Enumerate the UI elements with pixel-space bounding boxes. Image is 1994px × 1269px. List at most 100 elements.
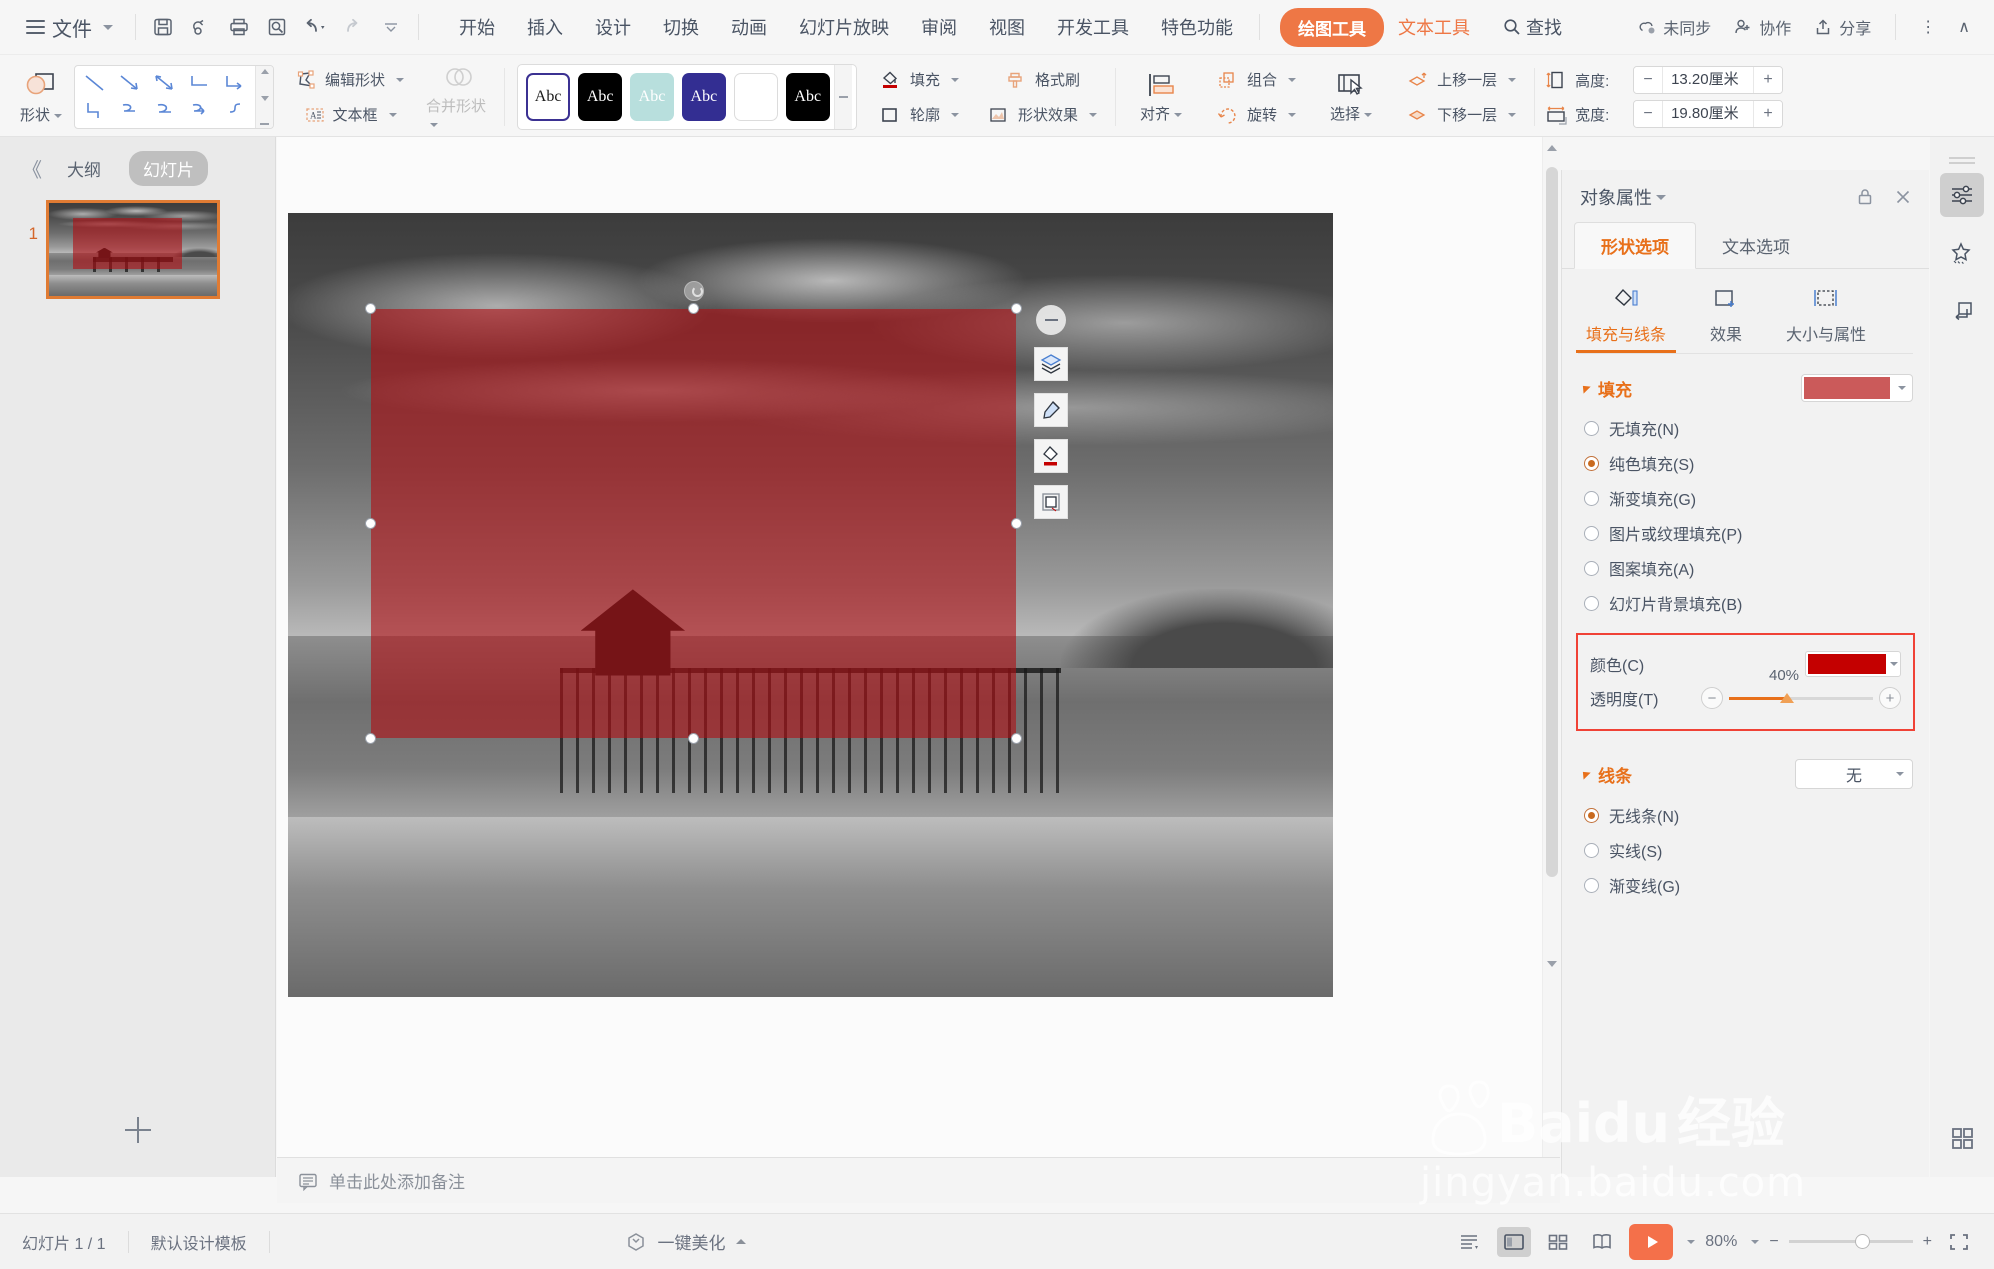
print-icon[interactable] bbox=[222, 10, 256, 44]
chevron-down-icon[interactable] bbox=[1751, 1239, 1760, 1244]
shape-style-3[interactable]: Abc bbox=[681, 73, 726, 121]
zoom-slider[interactable] bbox=[1788, 1234, 1913, 1249]
handle-bottom-center[interactable] bbox=[687, 733, 699, 744]
width-decrement-button[interactable]: − bbox=[1634, 101, 1663, 127]
shape-button[interactable]: 形状 bbox=[8, 59, 74, 135]
lock-icon[interactable] bbox=[1855, 187, 1875, 207]
reading-layout-icon[interactable] bbox=[1453, 1227, 1487, 1257]
share-button[interactable]: 分享 bbox=[1805, 9, 1879, 45]
tab-slideshow[interactable]: 幻灯片放映 bbox=[783, 8, 905, 46]
width-increment-button[interactable]: + bbox=[1754, 101, 1783, 127]
line-section-header[interactable]: 线条 无 bbox=[1562, 731, 1929, 789]
outline-button[interactable]: 轮廓 bbox=[871, 100, 967, 129]
handle-middle-right[interactable] bbox=[1011, 517, 1022, 529]
subtab-fill-and-line[interactable]: 填充与线条 bbox=[1576, 283, 1677, 353]
height-value[interactable]: 13.20厘米 bbox=[1662, 67, 1755, 93]
print-preview-icon[interactable] bbox=[260, 10, 294, 44]
shape-curve-1[interactable] bbox=[112, 97, 147, 125]
rotate-button[interactable]: 旋转 bbox=[1208, 100, 1304, 129]
select-button[interactable]: 选择 bbox=[1318, 59, 1384, 135]
normal-view-icon[interactable] bbox=[1497, 1226, 1532, 1257]
duplicate-slide-icon[interactable] bbox=[1940, 289, 1984, 333]
radio-solid-line[interactable]: 实线(S) bbox=[1584, 838, 1929, 862]
handle-bottom-right[interactable] bbox=[1011, 733, 1022, 744]
sync-status-button[interactable]: 未同步 bbox=[1629, 9, 1719, 45]
tab-shape-options[interactable]: 形状选项 bbox=[1574, 222, 1696, 269]
fill-button[interactable]: 填充 bbox=[871, 65, 967, 94]
save-icon[interactable] bbox=[146, 10, 180, 44]
beautify-button[interactable]: 一键美化 bbox=[624, 1229, 746, 1254]
radio-pattern-fill[interactable]: 图案填充(A) bbox=[1584, 556, 1929, 580]
notes-pane[interactable]: 单击此处添加备注 bbox=[277, 1157, 1560, 1203]
fill-section-header[interactable]: 填充 bbox=[1562, 354, 1929, 402]
shape-elbow-arrow[interactable] bbox=[218, 69, 253, 97]
handle-top-left[interactable] bbox=[365, 303, 376, 314]
more-options-button[interactable]: ⋮ bbox=[1912, 11, 1944, 43]
gallery-more-icon[interactable] bbox=[260, 123, 269, 125]
shape-line[interactable] bbox=[77, 69, 112, 97]
scroll-up-icon[interactable] bbox=[1547, 145, 1557, 151]
transparency-slider[interactable]: 40% − + bbox=[1701, 667, 1901, 709]
tab-special-features[interactable]: 特色功能 bbox=[1145, 8, 1249, 46]
scrollbar-thumb[interactable] bbox=[1546, 167, 1558, 877]
tab-text-tools[interactable]: 文本工具 bbox=[1384, 8, 1484, 46]
tab-design[interactable]: 设计 bbox=[579, 8, 647, 46]
tab-transitions[interactable]: 切换 bbox=[647, 8, 715, 46]
add-slide-button[interactable] bbox=[0, 1117, 276, 1143]
shape-s-curve[interactable] bbox=[218, 97, 253, 125]
rotate-handle[interactable] bbox=[683, 281, 704, 301]
shape-style-1[interactable]: Abc bbox=[578, 73, 623, 121]
customize-qat-icon[interactable] bbox=[374, 10, 408, 44]
find-button[interactable]: 查找 bbox=[1502, 14, 1562, 40]
fill-preview-color-button[interactable] bbox=[1801, 374, 1913, 402]
zoom-in-button[interactable]: + bbox=[1923, 1233, 1932, 1251]
object-properties-icon[interactable] bbox=[1940, 173, 1984, 217]
grid-apps-button[interactable] bbox=[1930, 1125, 1994, 1151]
ribbon-dialog-launcher[interactable] bbox=[1555, 113, 1569, 132]
collapse-toolbar-button[interactable] bbox=[1036, 305, 1066, 335]
handle-top-right[interactable] bbox=[1011, 303, 1022, 314]
collaborate-button[interactable]: 协作 bbox=[1725, 9, 1799, 45]
shape-double-arrow[interactable] bbox=[147, 69, 182, 97]
height-decrement-button[interactable]: − bbox=[1634, 67, 1663, 93]
file-menu-button[interactable]: 文件 bbox=[0, 0, 125, 55]
tab-view[interactable]: 视图 bbox=[973, 8, 1041, 46]
radio-gradient-line[interactable]: 渐变线(G) bbox=[1584, 873, 1929, 897]
handle-top-center[interactable] bbox=[687, 303, 699, 314]
shape-curve-3[interactable] bbox=[183, 97, 218, 125]
transparency-increase-button[interactable]: + bbox=[1879, 687, 1901, 709]
transparency-decrease-button[interactable]: − bbox=[1701, 687, 1723, 709]
shape-curve-2[interactable] bbox=[147, 97, 182, 125]
tab-developer[interactable]: 开发工具 bbox=[1041, 8, 1145, 46]
transparency-track[interactable] bbox=[1729, 692, 1873, 703]
fill-color-picker-button[interactable] bbox=[1805, 651, 1901, 677]
tab-home[interactable]: 开始 bbox=[443, 8, 511, 46]
text-box-button[interactable]: A 文本框 bbox=[296, 100, 405, 129]
close-icon[interactable] bbox=[1893, 187, 1913, 207]
brush-icon[interactable] bbox=[1034, 393, 1068, 427]
subtab-effects[interactable]: 效果 bbox=[1700, 283, 1752, 353]
tab-drawing-tools[interactable]: 绘图工具 bbox=[1280, 7, 1384, 47]
cloud-sync-icon[interactable] bbox=[184, 10, 218, 44]
line-style-dropdown[interactable]: 无 bbox=[1795, 759, 1913, 789]
crop-frame-icon[interactable] bbox=[1034, 485, 1068, 519]
template-label[interactable]: 默认设计模板 bbox=[129, 1230, 269, 1254]
wps-play-icon[interactable] bbox=[1629, 1223, 1674, 1260]
format-painter-button[interactable]: 格式刷 bbox=[996, 65, 1088, 94]
handle-bottom-left[interactable] bbox=[365, 733, 376, 744]
subtab-size-and-properties[interactable]: 大小与属性 bbox=[1776, 283, 1876, 353]
collapse-pane-icon[interactable]: 《 bbox=[22, 154, 42, 183]
shape-style-more-button[interactable] bbox=[833, 65, 853, 129]
tab-outline[interactable]: 大纲 bbox=[53, 151, 115, 186]
slide-editing-surface[interactable] bbox=[288, 213, 1333, 997]
shape-style-gallery[interactable]: Abc Abc Abc Abc Abc bbox=[517, 64, 858, 130]
collapse-ribbon-button[interactable]: ∧ bbox=[1950, 11, 1978, 43]
shape-gallery-scrollbar[interactable] bbox=[255, 66, 273, 128]
radio-gradient-fill[interactable]: 渐变填充(G) bbox=[1584, 486, 1929, 510]
undo-icon[interactable] bbox=[298, 10, 332, 44]
rail-grip-icon[interactable] bbox=[1949, 157, 1975, 159]
tab-insert[interactable]: 插入 bbox=[511, 8, 579, 46]
zoom-level-label[interactable]: 80% bbox=[1705, 1233, 1737, 1251]
canvas-vertical-scrollbar[interactable] bbox=[1542, 137, 1560, 1157]
reading-view-icon[interactable] bbox=[1585, 1227, 1619, 1257]
